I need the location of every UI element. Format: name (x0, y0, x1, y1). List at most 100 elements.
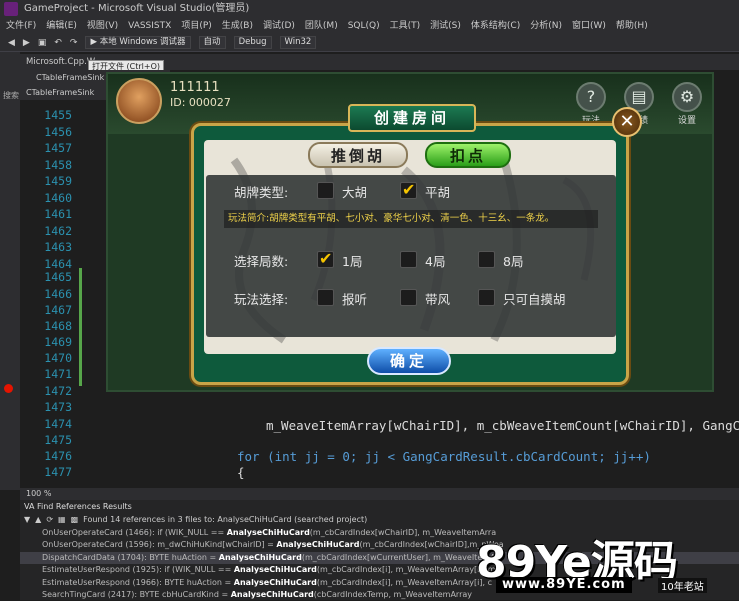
line-number: 1459 (44, 174, 72, 188)
code-line[interactable]: m_WeaveItemArray[wChairID], m_cbWeaveIte… (266, 418, 739, 433)
option-dahu-label: 大胡 (342, 185, 368, 200)
menu-debug[interactable]: 调试(D) (263, 18, 295, 34)
line-number: 1463 (44, 240, 72, 254)
line-number: 1460 (44, 190, 72, 205)
toolbar: ◀ ▶ ▣ ↶ ↷ ▶ 本地 Windows 调试器 自动 Debug Win3… (0, 34, 739, 52)
menu-help[interactable]: 帮助(H) (616, 18, 648, 34)
title-bar: GameProject - Microsoft Visual Studio(管理… (0, 0, 739, 18)
line-number: 1457 (44, 141, 72, 155)
checkbox-1-round[interactable] (317, 249, 334, 268)
help-icon: ? (576, 82, 606, 112)
window-title: GameProject - Microsoft Visual Studio(管理… (24, 3, 250, 14)
ref-match: AnalyseChiHuCard (230, 589, 314, 599)
refresh-icon[interactable]: ⟳ (46, 513, 53, 527)
close-icon[interactable]: ✕ (612, 107, 642, 137)
line-number: 1473 (44, 400, 72, 414)
highlight-icon[interactable]: ▩ (71, 513, 79, 527)
line-number: 1472 (44, 384, 72, 398)
ref-context: OnUserOperateCard (1466): if (WIK_NULL =… (42, 528, 227, 537)
dialog-title: 创建房间 (348, 104, 476, 132)
win-type-label: 胡牌类型: (234, 185, 289, 200)
line-number: 1476 (44, 449, 72, 463)
line-number: 1465 (44, 270, 72, 284)
menu-test[interactable]: 测试(S) (430, 18, 461, 34)
option-4-rounds-label: 4局 (425, 254, 446, 269)
line-number: 1467 (44, 303, 72, 317)
option-pinghu-label: 平胡 (425, 185, 451, 200)
redo-icon[interactable]: ↷ (70, 34, 78, 52)
checkbox-4-rounds[interactable] (400, 251, 417, 268)
checkbox-dahu[interactable] (317, 182, 334, 199)
option-daifeng-label: 带风 (425, 292, 451, 307)
auto-select[interactable]: 自动 (198, 36, 226, 49)
settings-button[interactable]: ⚙ 设置 (670, 82, 704, 126)
option-zimo-only-label: 只可自摸胡 (503, 292, 566, 307)
down-arrow-icon[interactable]: ▼ (24, 513, 30, 527)
platform-select[interactable]: Win32 (279, 36, 317, 49)
search-panel-label[interactable]: 搜索 (3, 90, 19, 101)
ref-tail: (m_cbCardIndex[wChairID], m_WeaveItemArr… (309, 528, 497, 537)
tab-tuidaohu[interactable]: 推倒胡 (308, 142, 408, 168)
menu-sql[interactable]: SQL(Q) (348, 18, 380, 34)
menu-window[interactable]: 窗口(W) (572, 18, 606, 34)
panel-toolbar: ▼ ▲ ⟳ ▦ ▩ Found 14 references in 3 files… (20, 513, 739, 527)
menu-project[interactable]: 项目(P) (181, 18, 211, 34)
checkbox-baoting[interactable] (317, 289, 334, 306)
menu-tools[interactable]: 工具(T) (390, 18, 421, 34)
forward-icon[interactable]: ▶ (23, 34, 30, 52)
rules-button[interactable]: ? 玩法 (574, 82, 608, 126)
menu-vassistx[interactable]: VASSISTX (128, 18, 171, 34)
line-number: 1470 (44, 351, 72, 365)
ref-context: EstimateUserRespond (1925): if (WIK_NULL… (42, 565, 234, 575)
start-debugging-button[interactable]: ▶ 本地 Windows 调试器 (85, 36, 191, 49)
line-number: 1475 (44, 433, 72, 447)
ref-match: AnalyseChiHuCard (226, 528, 310, 537)
undo-icon[interactable]: ↶ (54, 34, 62, 52)
menu-analyze[interactable]: 分析(N) (530, 18, 562, 34)
line-number: 1466 (44, 287, 72, 301)
site-watermark: 89Ye源码 www.89YE.com 10年老站 (476, 526, 738, 598)
confirm-button[interactable]: 确定 (367, 347, 451, 375)
option-baoting-label: 报听 (342, 292, 368, 307)
breakpoint-icon[interactable] (4, 384, 13, 393)
zoom-level[interactable]: 100 % (26, 489, 51, 498)
line-number: 1456 (44, 124, 72, 139)
checkbox-zimo-only[interactable] (478, 289, 495, 306)
ref-context: EstimateUserRespond (1966): BYTE huActio… (42, 577, 234, 587)
menu-edit[interactable]: 编辑(E) (46, 18, 77, 34)
save-icon[interactable]: ▣ (38, 34, 47, 52)
player-name: 111111 (170, 80, 220, 95)
code-line-for[interactable]: for (int jj = 0; jj < GangCardResult.cbC… (237, 449, 651, 464)
configuration-select[interactable]: Debug (233, 36, 272, 49)
menu-bar: 文件(F) 编辑(E) 视图(V) VASSISTX 项目(P) 生成(B) 调… (0, 18, 739, 34)
panel-title: VA Find References Results (24, 502, 132, 511)
checkbox-pinghu[interactable] (400, 180, 417, 199)
option-8-rounds-label: 8局 (503, 254, 524, 269)
checkbox-daifeng[interactable] (400, 289, 417, 306)
back-icon[interactable]: ◀ (8, 34, 15, 52)
line-number: 1469 (44, 335, 72, 349)
code-line-brace[interactable]: { (237, 465, 245, 480)
menu-build[interactable]: 生成(B) (222, 18, 253, 34)
references-summary: Found 14 references in 3 files to: Analy… (83, 515, 368, 524)
line-number: 1477 (44, 465, 72, 479)
line-number: 1464 (44, 256, 72, 271)
filter-icon[interactable]: ▦ (58, 513, 66, 527)
menu-architecture[interactable]: 体系结构(C) (471, 18, 520, 34)
menu-view[interactable]: 视图(V) (87, 18, 118, 34)
line-number: 1468 (44, 319, 72, 333)
menu-team[interactable]: 团队(M) (305, 18, 338, 34)
tab-koudian[interactable]: 扣点 (425, 142, 511, 168)
checkbox-8-rounds[interactable] (478, 251, 495, 268)
watermark-url: www.89YE.com (496, 577, 632, 593)
up-arrow-icon[interactable]: ▲ (35, 513, 41, 527)
ref-match: AnalyseChiHuCard (218, 552, 302, 562)
ref-match: AnalyseChiHuCard (276, 540, 360, 550)
line-number: 1458 (44, 157, 72, 172)
menu-file[interactable]: 文件(F) (6, 18, 36, 34)
gear-icon: ⚙ (672, 82, 702, 112)
play-options-label: 玩法选择: (234, 292, 289, 307)
line-number: 1462 (44, 223, 72, 238)
line-number: 1474 (44, 417, 72, 431)
player-avatar[interactable] (116, 78, 162, 124)
